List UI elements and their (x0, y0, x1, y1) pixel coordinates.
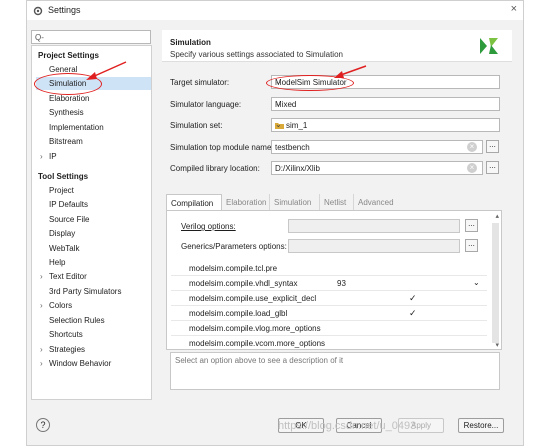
generics-options-label: Generics/Parameters options: (181, 242, 287, 251)
panel-title: Simulation (170, 38, 211, 47)
browse-button[interactable]: ... (486, 161, 499, 174)
simulator-language-label: Simulator language: (170, 100, 242, 109)
chevron-right-icon[interactable]: › (40, 345, 43, 354)
property-row[interactable]: modelsim.compile.vhdl_syntax 93 ⌄ (171, 277, 487, 291)
chevron-down-icon[interactable]: ⌄ (473, 278, 480, 287)
simulation-set-label: Simulation set: (170, 121, 223, 130)
property-row[interactable]: modelsim.compile.vlog.more_options (171, 322, 487, 336)
property-key: modelsim.compile.tcl.pre (189, 264, 278, 273)
property-value[interactable]: 93 (337, 279, 346, 288)
verilog-options-button[interactable]: ... (465, 219, 478, 232)
tree-item-ip[interactable]: IP (49, 152, 57, 161)
tab-compilation[interactable]: Compilation (166, 194, 222, 210)
tree-item-implementation[interactable]: Implementation (49, 123, 104, 132)
generics-options-button[interactable]: ... (465, 239, 478, 252)
clear-icon[interactable]: × (467, 163, 477, 173)
tree-item-strategies[interactable]: Strategies (49, 345, 85, 354)
property-row[interactable]: modelsim.compile.tcl.pre (171, 262, 487, 276)
tree-item-display[interactable]: Display (49, 229, 75, 238)
compilation-panel: Verilog options: ... Generics/Parameters… (166, 210, 502, 350)
target-simulator-label: Target simulator: (170, 78, 230, 87)
tree-item-colors[interactable]: Colors (49, 301, 72, 310)
tree-item-selection-rules[interactable]: Selection Rules (49, 316, 105, 325)
clear-icon[interactable]: × (467, 142, 477, 152)
tree-item-3rd-party-simulators[interactable]: 3rd Party Simulators (49, 287, 121, 296)
tree-header-tool: Tool Settings (38, 172, 89, 181)
tree-item-webtalk[interactable]: WebTalk (49, 244, 80, 253)
restore-button[interactable]: Restore... (458, 418, 504, 433)
help-button[interactable]: ? (36, 418, 50, 432)
verilog-options-label: Verilog options: (181, 222, 236, 231)
tree-item-project[interactable]: Project (49, 186, 74, 195)
tree-item-help[interactable]: Help (49, 258, 65, 267)
simulation-set-select[interactable]: sim_1 ⌄ (271, 118, 500, 132)
chevron-down-icon: ⌄ (275, 120, 282, 129)
settings-icon (33, 6, 43, 16)
verilog-options-input[interactable] (288, 219, 460, 233)
annotation-arrow-icon (334, 65, 367, 78)
checkmark-icon[interactable]: ✓ (409, 293, 417, 304)
property-key: modelsim.compile.vlog.more_options (189, 324, 321, 333)
tab-netlist[interactable]: Netlist (320, 194, 354, 210)
tree-header-project: Project Settings (38, 51, 99, 60)
tab-advanced[interactable]: Advanced (354, 194, 400, 210)
description-box: Select an option above to see a descript… (170, 352, 500, 390)
tree-item-window-behavior[interactable]: Window Behavior (49, 359, 111, 368)
tree-item-ip-defaults[interactable]: IP Defaults (49, 200, 88, 209)
browse-button[interactable]: ... (486, 140, 499, 153)
property-row[interactable]: modelsim.compile.use_explicit_decl ✓ (171, 292, 487, 306)
checkmark-icon[interactable]: ✓ (409, 308, 417, 319)
scrollbar[interactable] (492, 223, 499, 343)
tree-item-synthesis[interactable]: Synthesis (49, 108, 84, 117)
settings-tree: Project Settings General Simulation Elab… (31, 45, 152, 400)
chevron-right-icon[interactable]: › (40, 272, 43, 281)
library-location-input[interactable]: D:/Xilinx/Xlib (271, 161, 483, 175)
window-title: Settings (48, 5, 81, 15)
simulator-language-select[interactable]: Mixed ⌄ (271, 97, 500, 111)
scroll-up-icon[interactable]: ▴ (495, 212, 499, 220)
panel-header: Simulation Specify various settings asso… (162, 30, 512, 62)
tab-elaboration[interactable]: Elaboration (222, 194, 270, 210)
search-placeholder: Q- (35, 33, 44, 42)
search-input[interactable]: Q- (31, 30, 151, 44)
property-row[interactable]: modelsim.compile.vcom.more_options (171, 337, 487, 351)
watermark: https://blog.csdn.net/u_0493 (278, 420, 417, 432)
vivado-logo-icon (480, 38, 498, 54)
panel-subtitle: Specify various settings associated to S… (170, 50, 343, 59)
tree-item-elaboration[interactable]: Elaboration (49, 94, 89, 103)
chevron-right-icon[interactable]: › (40, 152, 43, 161)
generics-options-input[interactable] (288, 239, 460, 253)
property-key: modelsim.compile.vhdl_syntax (189, 279, 298, 288)
tree-item-text-editor[interactable]: Text Editor (49, 272, 87, 281)
window-titlebar: Settings × (26, 0, 524, 20)
property-key: modelsim.compile.use_explicit_decl (189, 294, 317, 303)
property-key: modelsim.compile.vcom.more_options (189, 339, 326, 348)
library-location-label: Compiled library location: (170, 164, 260, 173)
top-module-label: Simulation top module name: (170, 143, 274, 152)
property-key: modelsim.compile.load_glbl (189, 309, 288, 318)
chevron-right-icon[interactable]: › (40, 359, 43, 368)
annotation-arrow-icon (86, 61, 127, 80)
tree-item-shortcuts[interactable]: Shortcuts (49, 330, 83, 339)
scroll-down-icon[interactable]: ▾ (495, 341, 499, 349)
tree-item-source-file[interactable]: Source File (49, 215, 89, 224)
chevron-right-icon[interactable]: › (40, 301, 43, 310)
top-module-input[interactable]: testbench (271, 140, 483, 154)
tree-item-bitstream[interactable]: Bitstream (49, 137, 83, 146)
chevron-down-icon: ⌄ (275, 99, 282, 108)
options-tabs: Compilation Elaboration Simulation Netli… (166, 194, 502, 210)
property-row[interactable]: modelsim.compile.load_glbl ✓ (171, 307, 487, 321)
close-icon[interactable]: × (511, 3, 517, 15)
description-text: Select an option above to see a descript… (175, 356, 344, 365)
top-module-value: testbench (275, 143, 310, 152)
tab-simulation[interactable]: Simulation (270, 194, 320, 210)
library-location-value: D:/Xilinx/Xlib (275, 164, 320, 173)
